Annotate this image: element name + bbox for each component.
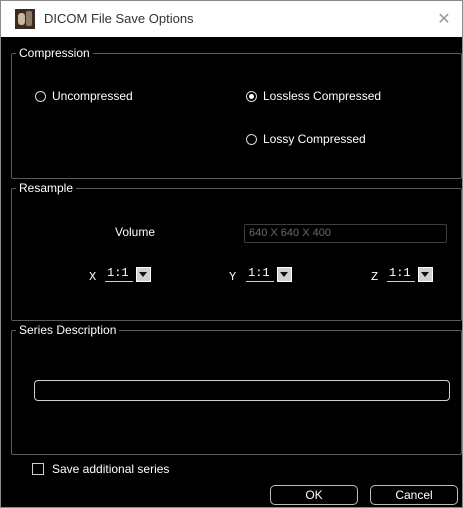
resample-legend: Resample [19,181,74,195]
axis-y-ratio-dropdown[interactable]: 1:1 [246,266,292,282]
chevron-down-icon[interactable] [417,266,433,282]
radio-circle-uncompressed [35,90,46,102]
volume-label: Volume [115,225,156,239]
radio-label-uncompressed: Uncompressed [52,89,133,103]
axis-y-label: Y [229,270,237,284]
radio-selected-dot [249,93,254,99]
ok-button[interactable]: OK [270,485,358,505]
axis-z-label: Z [371,270,379,284]
dicom-save-options-dialog: DICOM File Save Options ✕ Compression Un… [0,0,463,508]
save-additional-series-label: Save additional series [52,462,170,476]
axis-y-ratio-value: 1:1 [246,266,274,282]
compression-legend: Compression [19,46,90,60]
close-icon[interactable]: ✕ [432,7,456,31]
dialog-content: Compression Uncompressed Lossless Compre… [11,37,462,507]
chevron-down-icon[interactable] [135,266,151,282]
compression-group: Compression [11,46,462,179]
axis-x-ratio-value: 1:1 [105,266,133,282]
radio-uncompressed[interactable]: Uncompressed [35,89,133,103]
window-title: DICOM File Save Options [44,11,194,26]
axis-x-ratio-dropdown[interactable]: 1:1 [105,266,151,282]
volume-field: 640 X 640 X 400 [244,224,447,243]
axis-x-label: X [89,270,97,284]
radio-label-lossy: Lossy Compressed [263,132,366,146]
series-description-input[interactable] [34,380,450,401]
checkbox-box[interactable] [32,463,44,475]
title-bar[interactable]: DICOM File Save Options ✕ [1,1,462,37]
dicom-app-icon [15,9,35,29]
radio-circle-lossy [246,133,257,145]
axis-z-ratio-value: 1:1 [387,266,415,282]
radio-lossless-compressed[interactable]: Lossless Compressed [246,89,381,103]
cancel-button[interactable]: Cancel [370,485,458,505]
radio-lossy-compressed[interactable]: Lossy Compressed [246,132,366,146]
radio-circle-lossless [246,90,257,102]
save-additional-series-checkbox[interactable]: Save additional series [32,462,169,476]
chevron-down-icon[interactable] [276,266,292,282]
series-description-legend: Series Description [19,323,117,337]
axis-z-ratio-dropdown[interactable]: 1:1 [387,266,433,282]
resample-group: Resample [11,181,462,321]
radio-label-lossless: Lossless Compressed [263,89,382,103]
